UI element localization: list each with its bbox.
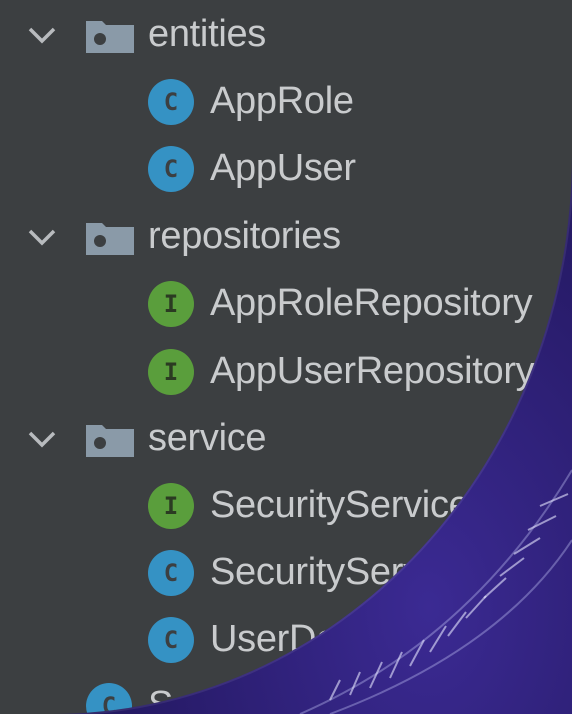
folder-icon — [86, 425, 134, 457]
tree-item-appuserrepository[interactable]: I AppUserRepository — [0, 342, 572, 402]
interface-icon: I — [148, 349, 194, 395]
class-icon: C — [148, 550, 194, 596]
chevron-down-icon[interactable] — [22, 15, 62, 55]
tree-folder-service[interactable]: service — [0, 409, 572, 469]
class-label: UserDeta — [210, 618, 369, 660]
class-icon: C — [148, 617, 194, 663]
class-label: AppUser — [210, 147, 356, 189]
interface-label: AppRoleRepository — [210, 282, 533, 324]
chevron-down-icon[interactable] — [22, 419, 62, 459]
class-label: AppRole — [210, 80, 354, 122]
interface-icon: I — [148, 281, 194, 327]
tree-item-userdetails[interactable]: C UserDeta — [0, 610, 572, 670]
folder-icon — [86, 21, 134, 53]
tree-item-approlerepository[interactable]: I AppRoleRepository — [0, 274, 572, 334]
class-label: SecurityServic — [210, 551, 449, 593]
class-icon: C — [86, 683, 132, 714]
tree-folder-entities[interactable]: entities — [0, 5, 572, 65]
interface-icon: I — [148, 483, 194, 529]
class-label: Sec — [148, 684, 213, 714]
class-icon: C — [148, 79, 194, 125]
folder-icon — [86, 223, 134, 255]
folder-label: entities — [148, 13, 267, 55]
interface-label: SecurityService — [210, 484, 470, 526]
folder-label: service — [148, 417, 267, 459]
tree-item-sec[interactable]: C Sec — [0, 676, 572, 714]
folder-label: repositories — [148, 215, 341, 257]
class-icon: C — [148, 146, 194, 192]
tree-item-appuser[interactable]: C AppUser — [0, 139, 572, 199]
interface-label: AppUserRepository — [210, 350, 535, 392]
tree-folder-repositories[interactable]: repositories — [0, 207, 572, 267]
tree-item-approle[interactable]: C AppRole — [0, 72, 572, 132]
chevron-down-icon[interactable] — [22, 217, 62, 257]
tree-item-securityserviceimpl[interactable]: C SecurityServic — [0, 543, 572, 603]
tree-item-securityservice[interactable]: I SecurityService — [0, 476, 572, 536]
